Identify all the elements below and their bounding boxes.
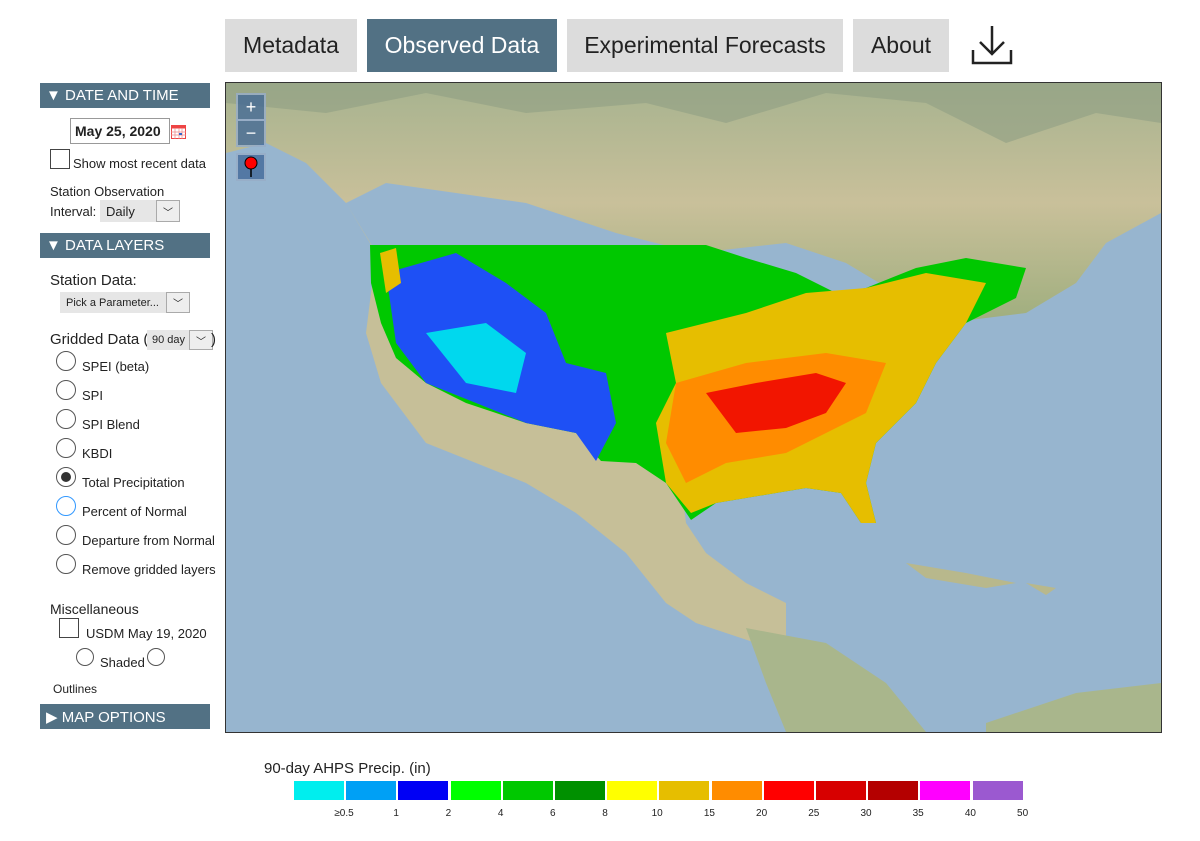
legend-label: 6	[550, 808, 556, 819]
zoom-out-button[interactable]: −	[236, 119, 266, 147]
usdm-label: USDM May 19, 2020	[86, 626, 207, 641]
interval-value: Daily	[106, 203, 135, 219]
gridded-option-radio[interactable]	[56, 496, 76, 516]
zoom-in-button[interactable]: +	[236, 93, 266, 121]
legend-swatch	[868, 781, 919, 800]
legend-label: 2	[445, 808, 452, 819]
legend-swatch	[502, 781, 553, 800]
gridded-period-value: 90 day	[152, 334, 186, 346]
legend-label: 50	[1017, 808, 1029, 819]
gridded-close-paren: )	[211, 331, 216, 348]
gridded-option-label: Percent of Normal	[82, 504, 187, 519]
legend-swatch	[763, 781, 814, 800]
gridded-option-radio[interactable]	[56, 438, 76, 458]
legend-swatch	[920, 781, 971, 800]
station-data-label: Station Data:	[50, 272, 137, 289]
legend-swatch	[346, 781, 397, 800]
gridded-data-label: Gridded Data (	[50, 331, 149, 348]
legend-label: 4	[497, 808, 504, 819]
shaded-label: Shaded	[100, 655, 145, 670]
tab-experimental-forecasts[interactable]: Experimental Forecasts	[567, 19, 843, 72]
legend-label: ≥0.5	[334, 808, 354, 819]
gridded-option-radio[interactable]	[56, 554, 76, 574]
gridded-option-radio[interactable]	[56, 467, 76, 487]
gridded-option-label: Total Precipitation	[82, 475, 185, 490]
shaded-radio[interactable]	[76, 648, 94, 666]
legend-label: 15	[703, 808, 715, 819]
legend-swatch	[607, 781, 658, 800]
map-view[interactable]: + −	[225, 82, 1162, 733]
map-options-header[interactable]: ▶ MAP OPTIONS	[40, 704, 210, 729]
chevron-down-icon: ﹀	[189, 330, 213, 350]
outlines-radio[interactable]	[147, 648, 165, 666]
gridded-option-label: SPI	[82, 388, 103, 403]
calendar-icon[interactable]	[171, 125, 186, 139]
data-layers-header[interactable]: ▼ DATA LAYERS	[40, 233, 210, 258]
interval-label-2: Interval:	[50, 204, 97, 219]
legend-swatch	[555, 781, 605, 800]
legend-label: 30	[860, 808, 872, 819]
interval-select[interactable]: Daily ﹀	[100, 200, 180, 222]
tab-metadata[interactable]: Metadata	[225, 19, 357, 72]
legend-label: 25	[808, 808, 820, 819]
chevron-down-icon: ﹀	[166, 292, 190, 313]
legend-swatch	[816, 781, 866, 800]
show-recent-label: Show most recent data	[73, 156, 206, 171]
station-parameter-value: Pick a Parameter...	[66, 296, 159, 309]
legend-label: 20	[756, 808, 768, 819]
legend-swatch	[711, 781, 762, 800]
map-canvas[interactable]	[226, 83, 1161, 732]
gridded-option-radio[interactable]	[56, 351, 76, 371]
download-icon[interactable]	[970, 24, 1014, 66]
interval-label: Station Observation	[50, 184, 165, 199]
legend-label: 40	[964, 808, 976, 819]
chevron-down-icon: ﹀	[156, 200, 180, 222]
usdm-checkbox[interactable]	[59, 618, 79, 638]
tab-about[interactable]: About	[853, 19, 949, 72]
show-recent-checkbox[interactable]	[50, 149, 70, 169]
legend-swatch	[294, 781, 344, 800]
legend-label: 10	[651, 808, 663, 819]
tab-observed-data[interactable]: Observed Data	[367, 19, 557, 72]
station-parameter-select[interactable]: Pick a Parameter... ﹀	[60, 292, 190, 313]
gridded-option-label: Departure from Normal	[82, 533, 215, 548]
legend-swatch	[659, 781, 710, 800]
gridded-option-label: SPI Blend	[82, 417, 140, 432]
legend-swatch	[450, 781, 501, 800]
gridded-option-label: SPEI (beta)	[82, 359, 150, 374]
gridded-period-select[interactable]: 90 day ﹀	[147, 330, 213, 350]
map-pin-button[interactable]	[236, 153, 266, 181]
radio-selected-dot	[61, 472, 71, 482]
legend-label: 1	[393, 808, 399, 819]
legend-title: 90-day AHPS Precip. (in)	[264, 760, 431, 777]
map-pin-icon	[244, 156, 258, 177]
legend-label: 35	[912, 808, 924, 819]
gridded-option-label: KBDI	[82, 446, 113, 461]
outlines-label: Outlines	[53, 682, 98, 696]
gridded-option-radio[interactable]	[56, 525, 76, 545]
gridded-option-radio[interactable]	[56, 409, 76, 429]
date-and-time-header[interactable]: ▼ DATE AND TIME	[40, 83, 210, 108]
legend-swatch	[398, 781, 449, 800]
gridded-option-radio[interactable]	[56, 380, 76, 400]
misc-label: Miscellaneous	[50, 601, 139, 617]
date-input[interactable]: May 25, 2020	[70, 118, 170, 144]
gridded-option-label: Remove gridded layers	[82, 562, 216, 577]
legend-swatch	[972, 781, 1023, 800]
legend-label: 8	[602, 808, 608, 819]
